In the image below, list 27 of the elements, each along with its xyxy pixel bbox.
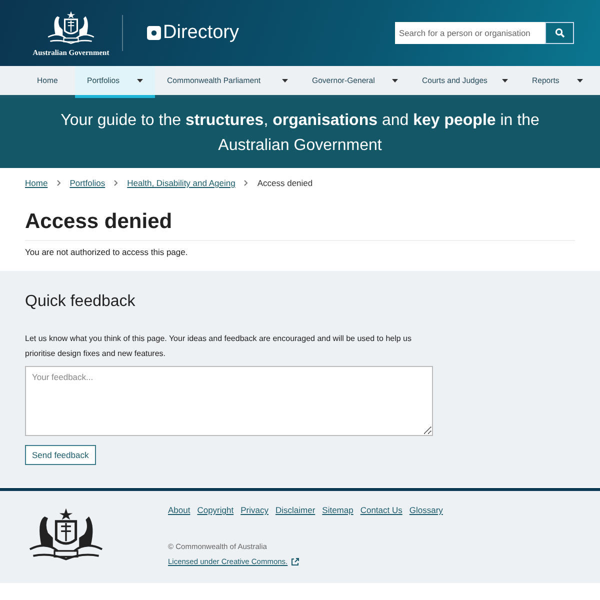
breadcrumb-link[interactable]: Home — [25, 178, 48, 188]
send-feedback-button[interactable]: Send feedback — [25, 445, 96, 465]
feedback-heading: Quick feedback — [25, 293, 136, 311]
chevron-icon — [56, 180, 61, 186]
footer-link[interactable]: Disclaimer — [275, 505, 316, 515]
breadcrumb-link[interactable]: Portfolios — [70, 178, 106, 188]
search-field[interactable]: Search for a person or organisation — [395, 22, 545, 44]
footer-link[interactable]: Sitemap — [322, 505, 354, 515]
feedback-intro: Let us know what you think of this page. Your ideas and feedback are encouraged and will be used to help us prioritise design fixes and new features. — [25, 333, 412, 360]
chevron-icon — [114, 180, 118, 186]
footer-link[interactable]: Contact Us — [360, 505, 402, 515]
chevron-icon — [244, 180, 248, 186]
search-button[interactable] — [545, 22, 574, 44]
footer-link[interactable]: Glossary — [409, 505, 443, 515]
breadcrumb-link[interactable]: Health, Disability and Ageing — [127, 178, 236, 188]
page-message: You are not authorized to access this page. — [25, 247, 189, 257]
footer-link[interactable]: Copyright — [197, 505, 234, 515]
external-link-icon — [290, 558, 299, 566]
banner-tagline: Your guide to the structures, organisations and key people in the Australian Government — [60, 111, 540, 156]
footer-link[interactable]: Privacy — [240, 505, 268, 515]
breadcrumb-current: Access denied — [257, 178, 313, 188]
site-title[interactable]: Directory — [147, 22, 240, 44]
feedback-field[interactable]: Your feedback... — [25, 366, 433, 436]
footer-link[interactable]: About — [168, 505, 190, 515]
directory-logo-icon — [147, 26, 161, 40]
search-icon — [554, 28, 564, 38]
page-heading: Access denied — [25, 210, 575, 241]
